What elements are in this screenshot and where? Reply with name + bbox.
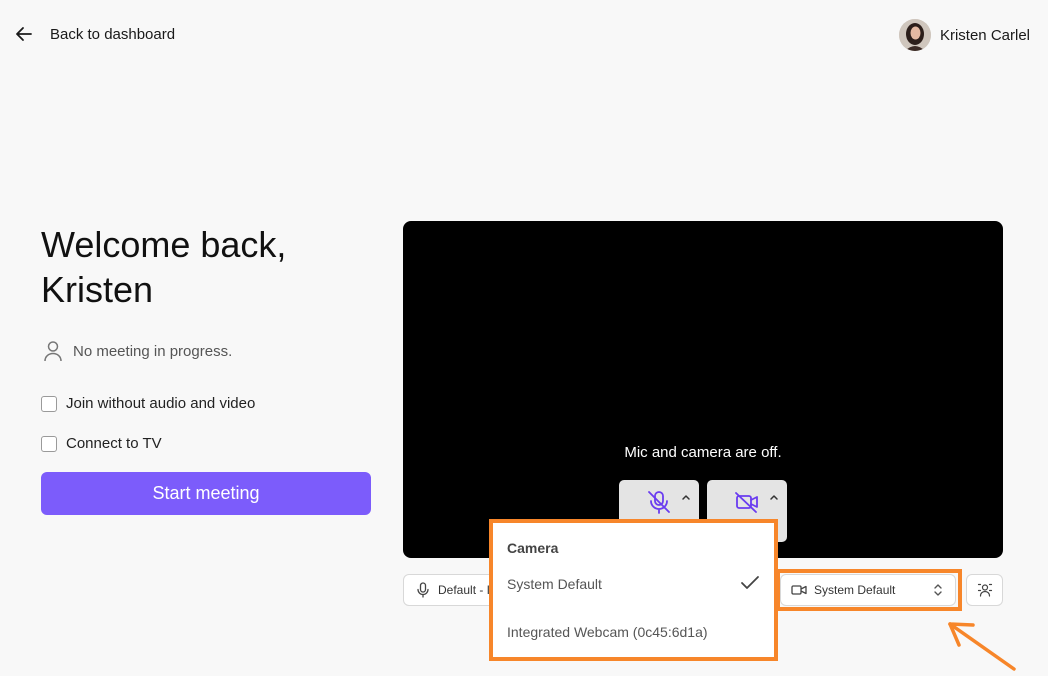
- user-menu[interactable]: Kristen Carlel: [898, 19, 1030, 51]
- join-without-av-label: Join without audio and video: [66, 395, 256, 412]
- background-effects-icon: [977, 583, 992, 597]
- chevron-up-icon[interactable]: [769, 492, 779, 502]
- page-title: Welcome back, Kristen: [41, 222, 286, 312]
- video-preview: Mic and camera are off.: [403, 221, 1003, 558]
- chevron-up-icon[interactable]: [681, 492, 691, 502]
- title-line-1: Welcome back,: [41, 224, 287, 265]
- user-name: Kristen Carlel: [939, 26, 1030, 44]
- check-icon: [741, 576, 759, 589]
- option-label: Integrated Webcam (0c45:6d1a): [507, 624, 708, 640]
- title-line-2: Kristen: [41, 269, 154, 310]
- connect-to-tv-label: Connect to TV: [66, 435, 162, 452]
- preview-status-text: Mic and camera are off.: [624, 444, 782, 461]
- camera-device-select[interactable]: System Default: [780, 574, 956, 606]
- join-without-av-option[interactable]: Join without audio and video: [41, 395, 255, 412]
- menu-option-integrated-webcam[interactable]: Integrated Webcam (0c45:6d1a): [507, 624, 708, 640]
- person-icon: [44, 341, 62, 362]
- arrow-icon: [948, 622, 1016, 671]
- mic-device-label: Default - I: [438, 583, 491, 597]
- camera-off-icon: [735, 492, 758, 513]
- menu-option-system-default[interactable]: System Default: [507, 576, 602, 592]
- background-effects-button[interactable]: [966, 574, 1003, 606]
- menu-title: Camera: [507, 540, 559, 556]
- start-meeting-button[interactable]: Start meeting: [41, 472, 371, 515]
- join-without-av-checkbox[interactable]: [41, 395, 57, 412]
- connect-to-tv-option[interactable]: Connect to TV: [41, 435, 162, 452]
- camera-device-label: System Default: [814, 583, 896, 597]
- avatar: [898, 19, 931, 51]
- mic-device-select[interactable]: Default - I: [403, 574, 499, 606]
- arrow-left-icon: [16, 27, 32, 41]
- updown-icon: [934, 584, 942, 596]
- back-to-dashboard-link[interactable]: Back to dashboard: [14, 24, 175, 44]
- mic-off-icon: [648, 491, 670, 514]
- meeting-status: No meeting in progress.: [43, 340, 232, 362]
- status-text: No meeting in progress.: [73, 342, 233, 360]
- option-label: System Default: [507, 576, 602, 592]
- video-icon: [791, 585, 807, 595]
- connect-to-tv-checkbox[interactable]: [41, 435, 57, 452]
- back-label: Back to dashboard: [50, 25, 176, 43]
- camera-dropdown-menu: Camera System Default Integrated Webcam …: [489, 519, 778, 661]
- mic-icon: [417, 582, 429, 598]
